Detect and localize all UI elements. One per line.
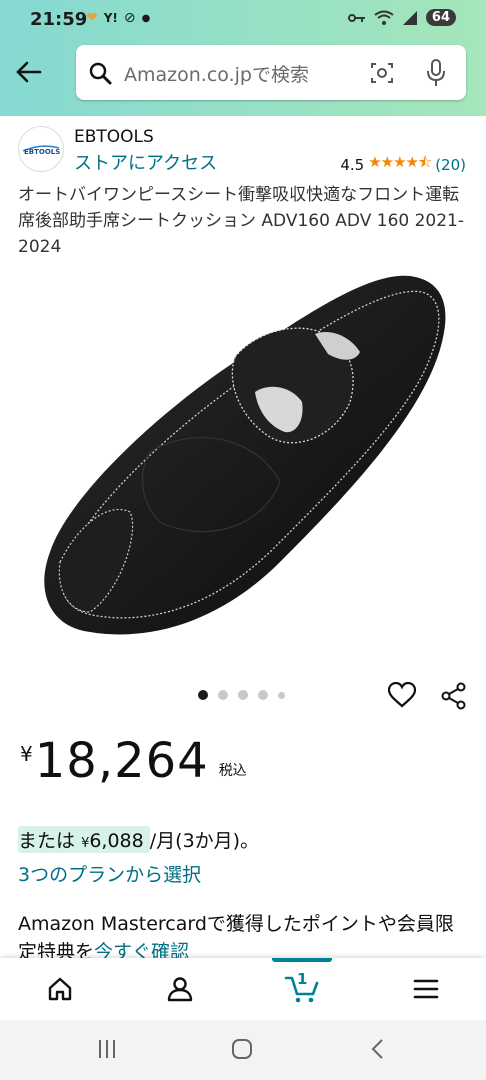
sync-icon: ⊘	[123, 10, 136, 26]
y-notification-icon: Y!	[103, 11, 118, 25]
status-bar: 21:59 ❤ Y! ⊘ ● 64	[0, 0, 486, 40]
visit-store-link[interactable]: ストアにアクセス	[74, 149, 217, 175]
notification-icons: ❤ Y! ⊘ ●	[86, 10, 150, 26]
system-icons: 64	[347, 9, 456, 26]
product-image[interactable]	[30, 262, 460, 672]
installment-amount: 6,088	[89, 830, 144, 852]
brand-row: EBTOOLS EBTOOLS ストアにアクセス 4.5 ★★★★⯪ (20)	[0, 116, 486, 180]
wifi-icon	[374, 10, 394, 25]
pagination-dot-2[interactable]	[218, 690, 228, 700]
installment-prefix: または	[18, 830, 76, 852]
cart-active-indicator	[272, 958, 332, 962]
nav-menu[interactable]	[406, 972, 446, 1006]
dot-icon: ●	[141, 12, 151, 24]
installment-suffix: /月(3か月)。	[149, 830, 260, 852]
back-arrow-icon[interactable]	[14, 57, 44, 87]
android-nav-bar	[0, 1020, 486, 1080]
signal-icon	[402, 10, 417, 25]
pagination-dot-3[interactable]	[238, 690, 248, 700]
hearts-icon: ❤	[86, 10, 98, 26]
price-block: ¥ 18,264 税込	[20, 732, 247, 790]
installment-offer: または ¥6,088 /月(3か月)。	[18, 826, 259, 853]
recent-apps-icon[interactable]	[96, 1038, 118, 1060]
pagination-dot-4[interactable]	[258, 690, 268, 700]
key-icon	[347, 13, 365, 22]
account-icon	[167, 977, 193, 1002]
home-icon	[48, 977, 72, 1001]
search-bar[interactable]: Amazon.co.jpで検索	[76, 45, 466, 100]
brand-name: EBTOOLS	[74, 127, 154, 147]
cart-count: 1	[297, 970, 308, 988]
menu-icon	[413, 979, 439, 999]
pagination-dot-1[interactable]	[198, 690, 208, 700]
promo-text: Amazon Mastercardで獲得したポイントや会員限定特典を	[18, 913, 454, 963]
home-button-icon[interactable]	[231, 1038, 253, 1060]
brand-logo[interactable]: EBTOOLS	[18, 126, 64, 172]
tax-label: 税込	[218, 763, 247, 779]
price-currency: ¥	[20, 742, 33, 766]
nav-account[interactable]	[160, 972, 200, 1006]
app-header: 21:59 ❤ Y! ⊘ ● 64 Amazon.co.jpで検索	[0, 0, 486, 116]
battery-indicator: 64	[425, 9, 456, 26]
search-icon	[89, 62, 112, 85]
pagination-dot-5[interactable]	[278, 691, 285, 699]
wishlist-heart-icon[interactable]	[388, 682, 416, 708]
status-time: 21:59	[30, 9, 88, 30]
ebtools-logo: EBTOOLS	[22, 145, 60, 156]
image-pagination[interactable]	[198, 690, 285, 700]
share-icon[interactable]	[440, 682, 468, 710]
installment-plans-link[interactable]: 3つのプランから選択	[18, 860, 201, 887]
microphone-icon[interactable]	[426, 59, 446, 87]
rating-summary[interactable]: 4.5 ★★★★⯪ (20)	[340, 152, 466, 177]
logo-text: EBTOOLS	[24, 148, 60, 156]
price-amount: 18,264	[34, 733, 209, 789]
back-button-icon[interactable]	[370, 1038, 386, 1060]
installment-highlight: または ¥6,088	[18, 826, 150, 853]
product-title: オートバイワンピースシート衝撃吸収快適なフロント運転席後部助手席シートクッション…	[18, 185, 465, 257]
nav-home[interactable]	[40, 972, 80, 1006]
camera-search-icon[interactable]	[370, 61, 394, 85]
search-input[interactable]: Amazon.co.jpで検索	[124, 60, 309, 87]
rating-value: 4.5	[340, 155, 365, 174]
bottom-navigation	[0, 958, 486, 1020]
rating-stars-icon: ★★★★⯪	[368, 153, 432, 171]
rating-count[interactable]: (20)	[435, 156, 466, 174]
